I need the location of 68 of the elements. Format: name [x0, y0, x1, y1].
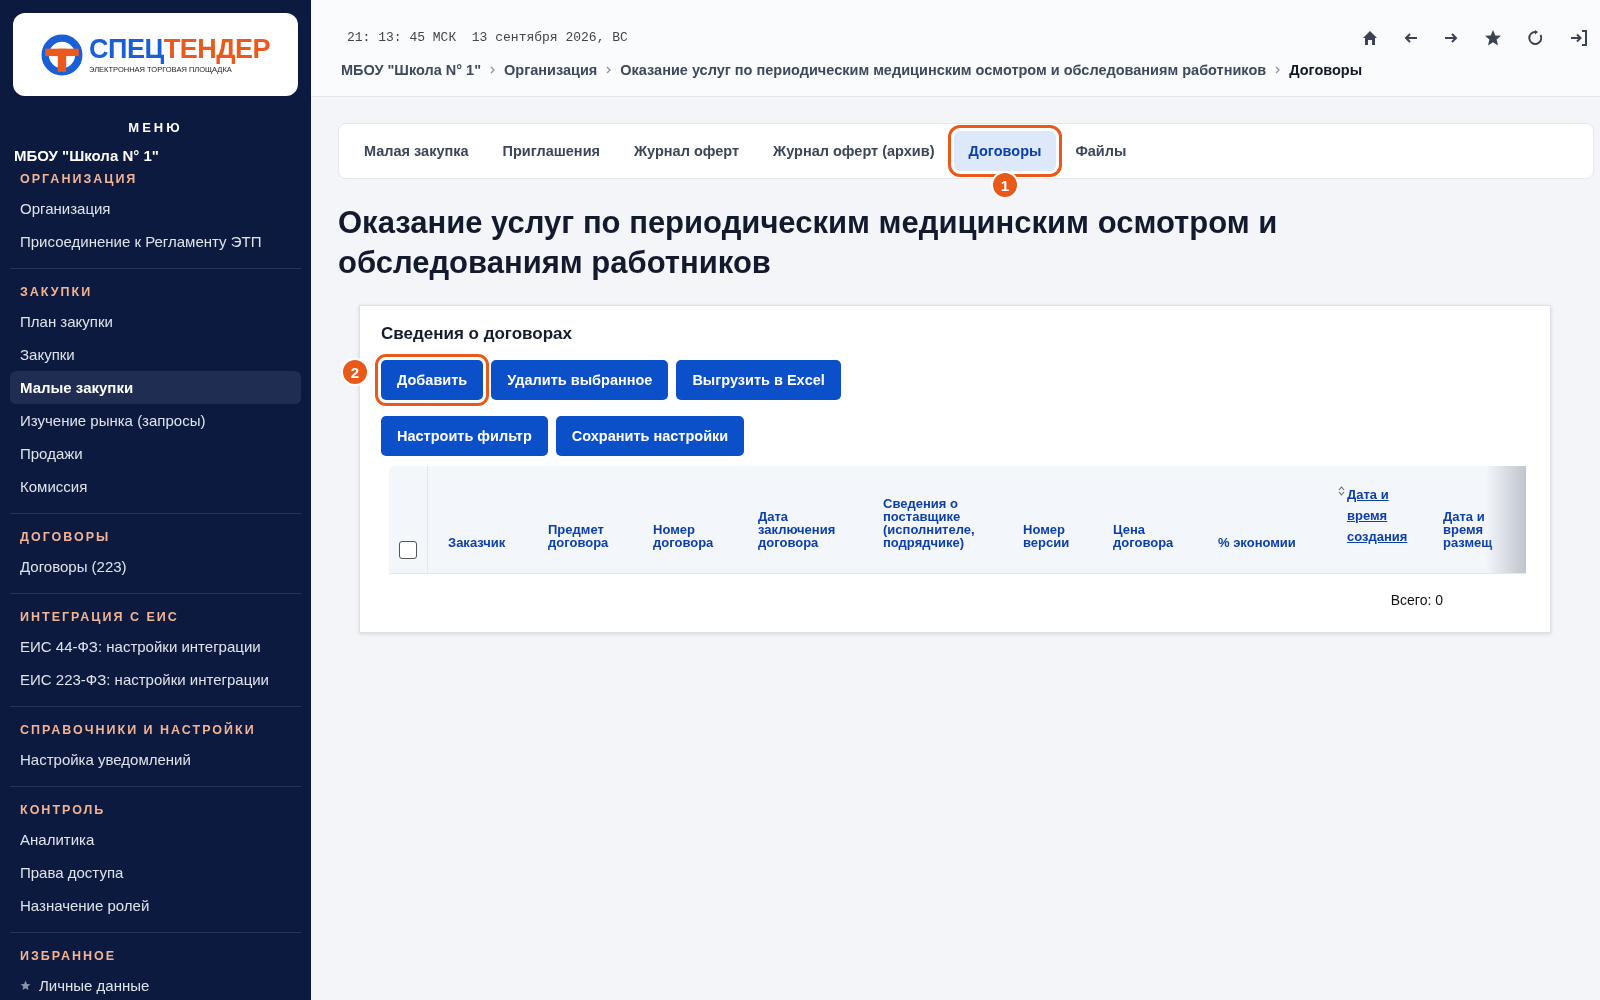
- tab[interactable]: Журнал оферт: [619, 131, 755, 171]
- breadcrumb-link[interactable]: МБОУ "Школа N° 1": [341, 62, 481, 78]
- page-title: Оказание услуг по периодическим медицинским осмотром и обследованиям работников: [338, 204, 1279, 282]
- star-icon: [20, 980, 31, 991]
- breadcrumb-link[interactable]: Организация: [504, 62, 598, 78]
- menu-item[interactable]: Организация: [10, 192, 301, 225]
- tab[interactable]: Приглашения: [487, 131, 615, 171]
- menu-item[interactable]: Назначение ролей: [10, 889, 301, 922]
- menu-group-title: ИЗБРАННОЕ: [19, 948, 118, 965]
- tab[interactable]: Малая закупка: [349, 131, 484, 171]
- home-icon[interactable]: [1362, 30, 1379, 46]
- column-header: Цена договора: [1113, 523, 1175, 549]
- chevron-icon: [606, 66, 612, 74]
- menu-item[interactable]: Права доступа: [10, 856, 301, 889]
- action-button[interactable]: Настроить фильтр: [381, 416, 548, 456]
- column-header: Номер договора: [653, 523, 715, 549]
- action-button[interactable]: Выгрузить в Excel: [676, 360, 841, 400]
- card-title: Сведения о договорах: [381, 324, 573, 344]
- menu-item[interactable]: Настройка уведомлений: [10, 743, 301, 776]
- total-count: Всего: 0: [1389, 592, 1443, 608]
- menu-item[interactable]: Изучение рынка (запросы): [10, 404, 301, 437]
- checkbox[interactable]: [399, 541, 417, 559]
- chevron-icon: [1275, 66, 1281, 74]
- menu-group-title: КОНТРОЛЬ: [19, 802, 107, 819]
- sort-icon[interactable]: [1338, 486, 1345, 496]
- tab[interactable]: Журнал оферт (архив): [758, 131, 950, 171]
- tab[interactable]: Файлы: [1060, 131, 1142, 171]
- column-header: Предмет договора: [548, 523, 610, 549]
- logo-icon: [41, 33, 84, 76]
- menu-group-title: ОРГАНИЗАЦИЯ: [19, 171, 139, 188]
- menu-group-title: ИНТЕГРАЦИЯ С ЕИС: [19, 609, 180, 626]
- column-header: % экономии: [1218, 536, 1297, 549]
- column-header: Дата заключения договора: [758, 510, 837, 549]
- menu-item[interactable]: ЕИС 223-ФЗ: настройки интеграции: [10, 663, 301, 696]
- menu-item[interactable]: Присоединение к Регламенту ЭТП: [10, 225, 301, 258]
- menu-item[interactable]: Продажи: [10, 437, 301, 470]
- column-header: Дата и время размещ: [1443, 510, 1494, 549]
- refresh-icon[interactable]: [1528, 30, 1545, 46]
- menu-item[interactable]: Закупки: [10, 338, 301, 371]
- back-arrow-icon[interactable]: [1404, 32, 1419, 44]
- menu-group-title: СПРАВОЧНИКИ И НАСТРОЙКИ: [19, 721, 257, 739]
- column-header-link[interactable]: Дата и время создания: [1347, 484, 1417, 547]
- menu-item[interactable]: Комиссия: [10, 470, 301, 503]
- breadcrumb-link[interactable]: Договоры: [1289, 62, 1363, 78]
- callout-badge: 1: [990, 171, 1019, 199]
- logo-wordmark: СПЕЦТЕНДЕР: [89, 35, 270, 63]
- menu-item[interactable]: План закупки: [10, 305, 301, 338]
- breadcrumb-link[interactable]: Оказание услуг по периодическим медицинским осмотром и обследованиям работников: [620, 62, 1267, 78]
- menu-item[interactable]: Малые закупки: [10, 371, 301, 404]
- menu-group-title: ЗАКУПКИ: [19, 284, 94, 301]
- callout-badge: 2: [341, 358, 369, 386]
- forward-arrow-icon[interactable]: [1444, 32, 1459, 44]
- menu-item[interactable]: Договоры (223): [10, 550, 301, 583]
- star-icon[interactable]: [1484, 29, 1503, 47]
- column-header: Сведения о поставщике (исполнителе, подрядчике): [883, 497, 976, 549]
- action-button[interactable]: Удалить выбранное: [491, 360, 669, 400]
- menu-group-title: ДОГОВОРЫ: [19, 529, 112, 546]
- menu-item[interactable]: Личные данные: [10, 969, 301, 1000]
- clock-text: 21: 13: 45 МСК 13 сентября 2026, ВС: [346, 30, 629, 45]
- column-header: Заказчик: [448, 536, 507, 549]
- logout-icon[interactable]: [1570, 30, 1589, 46]
- action-button[interactable]: Сохранить настройки: [555, 416, 745, 456]
- menu-item[interactable]: ЕИС 44-ФЗ: настройки интеграции: [10, 630, 301, 663]
- column-header: Номер версии: [1023, 523, 1071, 549]
- menu-item[interactable]: Аналитика: [10, 823, 301, 856]
- organization-name: МБОУ "Школа N° 1": [14, 147, 160, 164]
- chevron-icon: [490, 66, 495, 74]
- menu-title: МЕНЮ: [127, 120, 184, 135]
